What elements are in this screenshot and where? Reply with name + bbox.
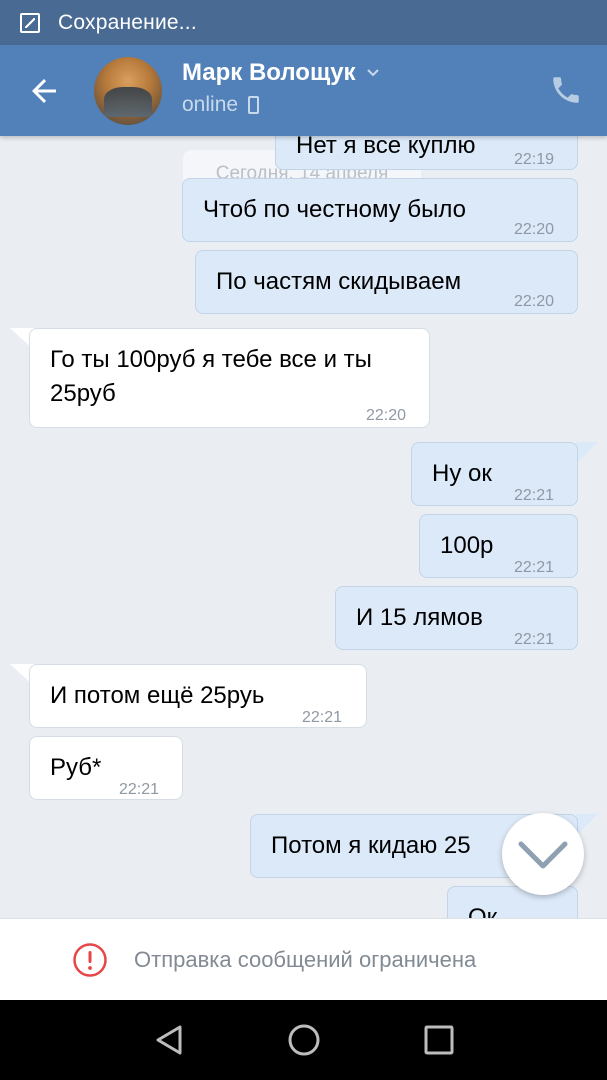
nav-back-button[interactable]	[152, 1022, 188, 1058]
contact-status: online	[182, 93, 260, 117]
back-button[interactable]	[26, 73, 66, 109]
nav-home-button[interactable]	[286, 1022, 322, 1058]
status-label: online	[182, 93, 239, 116]
message-list[interactable]: Сегодня, 14 апреля Нет я все куплю 22:19…	[0, 136, 607, 918]
nav-home-icon	[288, 1024, 320, 1056]
alert-circle-icon	[73, 942, 107, 977]
contact-name-label: Марк Волощук	[182, 59, 356, 86]
message-time: 22:21	[119, 781, 160, 798]
message-incoming[interactable]: Го ты 100руб я тебе все и ты 25руб 22:20	[29, 328, 430, 428]
status-bar: Сохранение...	[0, 0, 607, 45]
arrow-left-icon	[32, 79, 56, 103]
call-button[interactable]	[549, 73, 583, 107]
message-text: Ок	[468, 904, 498, 918]
message-time: 22:20	[366, 407, 407, 424]
message-text: Потом я кидаю 25	[271, 832, 471, 859]
message-text: Ну ок	[432, 460, 492, 487]
chat-header: Марк Волощук online	[0, 45, 607, 136]
message-text: Го ты 100руб я тебе все и ты 25руб	[50, 346, 372, 407]
message-incoming[interactable]: И потом ещё 25руь 22:21	[29, 664, 367, 728]
avatar[interactable]	[94, 57, 162, 125]
mobile-icon	[248, 96, 260, 114]
message-text: 100р	[440, 532, 494, 559]
message-text: Чтоб по честному было	[203, 196, 466, 223]
message-time: 22:21	[514, 559, 555, 576]
status-bar-text: Сохранение...	[58, 10, 197, 34]
message-outgoing[interactable]: Нет я все куплю 22:19	[275, 136, 578, 170]
system-nav-bar	[0, 1000, 607, 1080]
message-time: 22:19	[514, 151, 555, 168]
nav-recents-button[interactable]	[421, 1022, 457, 1058]
bubble-tail	[576, 814, 598, 836]
message-outgoing[interactable]: 100р 22:21	[419, 514, 578, 578]
message-outgoing[interactable]: Чтоб по честному было 22:20	[182, 178, 578, 242]
message-time: 22:20	[514, 221, 555, 238]
image-save-icon	[20, 12, 40, 33]
message-incoming[interactable]: Руб* 22:21	[29, 736, 183, 800]
messaging-restricted-bar: Отправка сообщений ограничена	[0, 918, 607, 1000]
chevron-down-icon	[366, 69, 379, 77]
message-outgoing[interactable]: Ну ок 22:21	[411, 442, 578, 506]
message-outgoing[interactable]: И 15 лямов 22:21	[335, 586, 578, 650]
message-text: И 15 лямов	[356, 604, 483, 631]
message-text: По частям скидываем	[216, 268, 462, 295]
nav-recents-icon	[424, 1025, 454, 1055]
scroll-down-button[interactable]	[502, 813, 584, 895]
message-time: 22:21	[514, 487, 555, 504]
bubble-tail	[576, 442, 598, 464]
message-text: И потом ещё 25руь	[50, 682, 265, 709]
restriction-text: Отправка сообщений ограничена	[134, 946, 477, 972]
chevron-down-icon	[518, 841, 568, 869]
nav-back-icon	[156, 1025, 182, 1055]
message-time: 22:21	[302, 709, 343, 726]
message-text: Руб*	[50, 754, 102, 781]
phone-icon	[553, 77, 579, 103]
contact-name[interactable]: Марк Волощук	[182, 59, 380, 87]
message-time: 22:20	[514, 293, 555, 310]
message-text: Нет я все куплю	[296, 136, 476, 159]
message-outgoing[interactable]: По частям скидываем 22:20	[195, 250, 578, 314]
message-time: 22:21	[514, 631, 555, 648]
